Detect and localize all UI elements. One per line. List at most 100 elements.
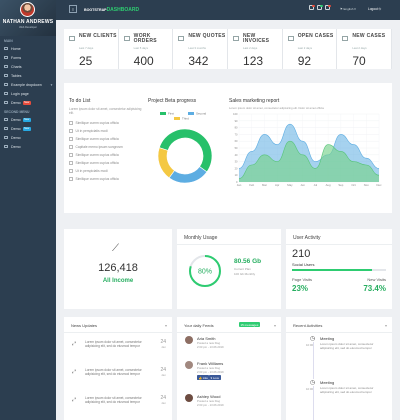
- recent-title: Recent Activities: [293, 323, 323, 328]
- recent-card: Recent Activities ▾ ◷ 10:00 Meeting Lore…: [286, 317, 392, 420]
- feed-item[interactable]: Ashley Wood Posted a new blog 2:03 pm - …: [183, 393, 275, 417]
- todo-item[interactable]: Similique cumm cupius officia: [69, 151, 143, 159]
- news-title: News Updates: [71, 323, 98, 328]
- new-badge: New: [22, 100, 31, 105]
- sidebar-item-label: Demo: [11, 135, 21, 140]
- todo-item[interactable]: Ut in perspiciatis modi: [69, 127, 143, 135]
- new-badge: New: [22, 117, 31, 122]
- checkbox[interactable]: [69, 145, 73, 149]
- checkbox[interactable]: [69, 169, 73, 173]
- divider: [64, 332, 172, 333]
- recent-item[interactable]: ◷ 10:00 Meeting Lorem ipsum dolor sit am…: [292, 335, 388, 375]
- todo-item[interactable]: Similique cumm cupius officia: [69, 175, 143, 183]
- todo-item[interactable]: Similique cumm cupius officia: [69, 159, 143, 167]
- checkbox[interactable]: [69, 121, 73, 125]
- recent-item-title: Meeting: [320, 380, 335, 385]
- news-text: Lorem ipsum dolor sit amet, consectetur …: [85, 340, 142, 348]
- todo-item[interactable]: Ut in perspiciatis modi: [69, 167, 143, 175]
- checkbox[interactable]: [69, 177, 73, 181]
- sidebar-item-demo[interactable]: Demo New: [0, 115, 56, 124]
- todo-item[interactable]: Capitale memo ipsum sungrosm: [69, 143, 143, 151]
- stat-card[interactable]: OPEN CASES Last 2 days 92: [282, 29, 338, 69]
- sidebar-item-label: Tables: [11, 73, 22, 78]
- news-item[interactable]: ⤢ Lorem ipsum dolor sit amet, consectetu…: [64, 390, 172, 416]
- activity-count: 210: [292, 248, 311, 260]
- feed-item[interactable]: Frank Williams Posted a new blog 2:03 pm…: [183, 360, 275, 390]
- y-tick-label: 40: [235, 153, 238, 157]
- avatar[interactable]: [20, 2, 35, 17]
- messages-badge[interactable]: 15 messages: [239, 322, 260, 328]
- news-item[interactable]: ⤢ Lorem ipsum dolor sit amet, consectetu…: [64, 362, 172, 388]
- chevron-down-icon[interactable]: ▾: [165, 323, 167, 328]
- language-selector[interactable]: ⚑ English ▾: [340, 7, 356, 11]
- sidebar-item-charts[interactable]: Charts: [0, 62, 56, 71]
- usage-percent: 80%: [198, 269, 212, 276]
- stat-card[interactable]: NEW INVOICES Last 2 days 123: [228, 29, 283, 69]
- todo-item-label: Similique cumm cupius officia: [75, 137, 119, 141]
- usage-sub1: Current Plan: [234, 267, 251, 271]
- clipboard-icon: [123, 36, 130, 41]
- stat-label: OPEN CASES: [297, 33, 334, 39]
- sidebar-item-label: Charts: [11, 64, 22, 69]
- y-tick-label: 60: [235, 139, 238, 143]
- todo-list: To do List Lorem ipsum dolor sit amet, c…: [69, 98, 143, 183]
- activity-count-label: Social Users: [292, 262, 315, 267]
- logout-button[interactable]: Logout ⏻: [368, 7, 381, 11]
- y-tick-label: 90: [235, 119, 238, 123]
- stat-card[interactable]: NEW CASES Last 2 days 70: [337, 29, 393, 69]
- sidebar-item-login[interactable]: Login page: [0, 89, 56, 98]
- forms-icon: [4, 56, 8, 59]
- y-tick-label: 70: [235, 132, 238, 136]
- recent-time: 10:00: [306, 387, 313, 391]
- checkbox[interactable]: [69, 161, 73, 165]
- donut-slice: [168, 166, 208, 184]
- nv-label: New Visits: [367, 277, 386, 282]
- checkbox[interactable]: [69, 153, 73, 157]
- sidebar-item-tables[interactable]: Tables: [0, 71, 56, 80]
- sidebar-item-forms[interactable]: Forms: [0, 53, 56, 62]
- table-icon: [4, 74, 8, 77]
- chat-icon[interactable]: [317, 4, 323, 10]
- recent-item-text: Lorem ipsum dolor sit amet, consectetur …: [320, 386, 374, 394]
- brand[interactable]: BOOTSTRAPDASHBOARD: [84, 7, 139, 13]
- profile: NATHAN ANDREWS Web Developer: [0, 0, 56, 36]
- todo-item[interactable]: Similique cumm cupius officia: [69, 135, 143, 143]
- sidebar-item-demo[interactable]: Demo: [0, 133, 56, 142]
- stat-sub: Last 2 days: [352, 46, 367, 50]
- sidebar-item-demo[interactable]: Demo New: [0, 98, 56, 107]
- legend-swatch: [188, 112, 194, 115]
- legend-label: Third: [182, 117, 189, 121]
- chevron-down-icon[interactable]: ▾: [385, 323, 387, 328]
- checkbox[interactable]: [69, 129, 73, 133]
- feed-item[interactable]: Aria Smith Posted a new blog 2:03 pm - 1…: [183, 335, 275, 359]
- todo-item-label: Similique cumm cupius officia: [75, 121, 119, 125]
- news-item[interactable]: ⤢ Lorem ipsum dolor sit amet, consectetu…: [64, 334, 172, 360]
- chevron-down-icon: ▼: [50, 82, 53, 87]
- like-button[interactable]: 👍 Like: [197, 375, 210, 381]
- mail-icon[interactable]: [309, 4, 315, 10]
- checkbox[interactable]: [69, 137, 73, 141]
- todo-item[interactable]: Similique cumm cupius officia: [69, 119, 143, 127]
- brand-dashboard: DASHBOARD: [106, 7, 140, 13]
- todo-item-label: Similique cumm cupius officia: [75, 161, 119, 165]
- menu-toggle-button[interactable]: ≡: [69, 5, 77, 13]
- demo-icon: [4, 118, 8, 121]
- stat-card[interactable]: WORK ORDERS Last 5 days 400: [118, 29, 174, 69]
- sidebar-item-home[interactable]: Home: [0, 44, 56, 53]
- chevron-down-icon[interactable]: ▾: [274, 323, 276, 328]
- sidebar-item-dropdown[interactable]: Example dropdown ▼: [0, 80, 56, 89]
- stat-card[interactable]: NEW QUOTES Last 3 months 342: [173, 29, 229, 69]
- sidebar-item-label: Demo: [11, 100, 21, 105]
- area-chart: 0102030405060708090100Jan Feb Mar Apr May Jun…: [233, 112, 382, 187]
- sidebar-item-demo[interactable]: Demo: [0, 142, 56, 151]
- donut-slices: [157, 128, 213, 184]
- stat-card[interactable]: NEW CLIENTS Last 7 days 25: [64, 29, 119, 69]
- todo-item-label: Ut in perspiciatis modi: [75, 129, 108, 133]
- sales-title: Sales marketing report: [229, 98, 280, 104]
- love-button[interactable]: ♥ Love: [209, 375, 221, 381]
- recent-item[interactable]: ◷ 10:00 Meeting Lorem ipsum dolor sit am…: [292, 379, 388, 419]
- y-tick-label: 100: [233, 112, 238, 116]
- sidebar-item-demo[interactable]: Demo New: [0, 124, 56, 133]
- legend-label: First: [168, 112, 174, 116]
- bell-icon[interactable]: [325, 4, 331, 10]
